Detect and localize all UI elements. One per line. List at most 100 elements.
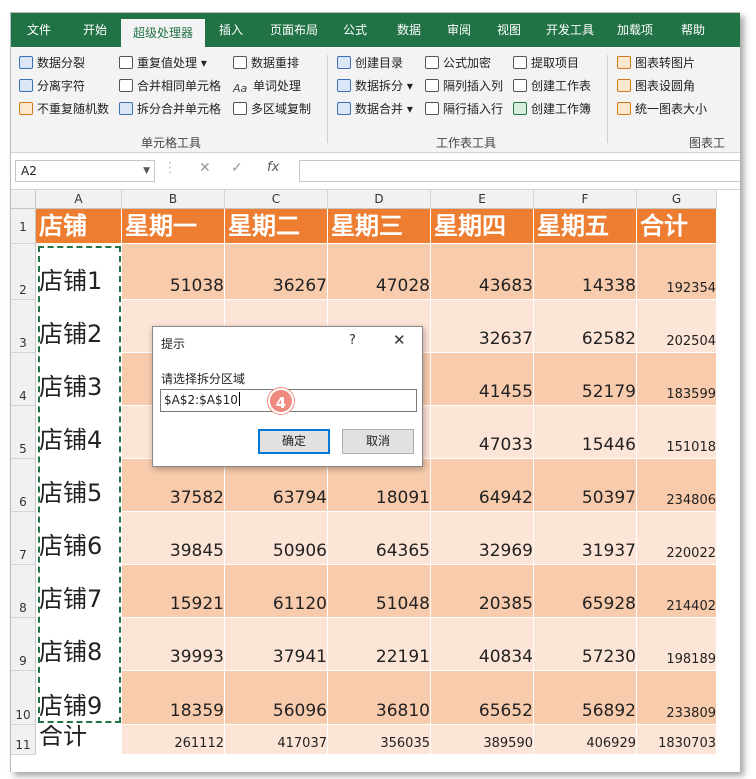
value-cell[interactable]: 47033 (431, 406, 534, 459)
merge-same-cells-button[interactable]: 合并相同单元格 (119, 76, 221, 96)
tab-insert[interactable]: 插入 (209, 13, 253, 47)
store-name-cell[interactable]: 店铺3 (36, 353, 122, 406)
row-header-3[interactable]: 3 (11, 300, 36, 353)
chart-rounded-corners-button[interactable]: 图表设圆角 (617, 76, 695, 96)
create-worksheet-button[interactable]: 创建工作表 (513, 76, 591, 96)
column-header-c[interactable]: C (225, 190, 328, 209)
name-box[interactable]: A2 ▼ (15, 160, 155, 182)
formula-encrypt-button[interactable]: 公式加密 (425, 53, 491, 73)
value-cell[interactable]: 1830703 (637, 725, 717, 755)
select-all-corner[interactable] (11, 190, 36, 209)
value-cell[interactable]: 22191 (328, 618, 431, 671)
enter-icon[interactable]: ✓ (231, 160, 243, 176)
data-split-sheet-button[interactable]: 数据拆分 ▾ (337, 76, 413, 96)
store-name-cell[interactable]: 店铺5 (36, 459, 122, 512)
value-cell[interactable]: 15921 (122, 565, 225, 618)
value-cell[interactable]: 20385 (431, 565, 534, 618)
value-cell[interactable]: 36267 (225, 244, 328, 300)
insert-every-other-row-button[interactable]: 隔行插入行 (425, 99, 503, 119)
split-merged-cells-button[interactable]: 拆分合并单元格 (119, 99, 221, 119)
header-cell[interactable]: 星期二 (225, 209, 328, 244)
value-cell[interactable]: 64942 (431, 459, 534, 512)
value-cell[interactable]: 202504 (637, 300, 717, 353)
value-cell[interactable]: 47028 (328, 244, 431, 300)
value-cell[interactable]: 52179 (534, 353, 637, 406)
row-header-4[interactable]: 4 (11, 353, 36, 406)
value-cell[interactable]: 183599 (637, 353, 717, 406)
row-header-5[interactable]: 5 (11, 406, 36, 459)
separate-chars-button[interactable]: 分离字符 (19, 76, 85, 96)
value-cell[interactable]: 234806 (637, 459, 717, 512)
value-cell[interactable]: 64365 (328, 512, 431, 565)
tab-page-layout[interactable]: 页面布局 (263, 13, 325, 47)
row-header-10[interactable]: 10 (11, 671, 36, 725)
value-cell[interactable]: 57230 (534, 618, 637, 671)
value-cell[interactable]: 40834 (431, 618, 534, 671)
create-toc-button[interactable]: 创建目录 (337, 53, 403, 73)
uniform-chart-size-button[interactable]: 统一图表大小 (617, 99, 707, 119)
store-name-cell[interactable]: 店铺9 (36, 671, 122, 725)
value-cell[interactable]: 261112 (122, 725, 225, 755)
help-icon[interactable]: ? (349, 333, 356, 348)
data-rearrange-button[interactable]: 数据重排 (233, 53, 299, 73)
value-cell[interactable]: 37941 (225, 618, 328, 671)
store-name-cell[interactable]: 合计 (36, 725, 122, 755)
row-header-7[interactable]: 7 (11, 512, 36, 565)
value-cell[interactable]: 198189 (637, 618, 717, 671)
value-cell[interactable]: 192354 (637, 244, 717, 300)
value-cell[interactable]: 61120 (225, 565, 328, 618)
value-cell[interactable]: 151018 (637, 406, 717, 459)
row-header-9[interactable]: 9 (11, 618, 36, 671)
value-cell[interactable]: 14338 (534, 244, 637, 300)
create-workbook-button[interactable]: 创建工作簿 (513, 99, 591, 119)
value-cell[interactable]: 15446 (534, 406, 637, 459)
tab-developer[interactable]: 开发工具 (539, 13, 601, 47)
header-cell[interactable]: 星期四 (431, 209, 534, 244)
data-split-button[interactable]: 数据分裂 (19, 53, 85, 73)
tab-review[interactable]: 审阅 (437, 13, 481, 47)
value-cell[interactable]: 56096 (225, 671, 328, 725)
word-processing-button[interactable]: Aa 单词处理 (233, 76, 301, 96)
row-header-6[interactable]: 6 (11, 459, 36, 512)
value-cell[interactable]: 39993 (122, 618, 225, 671)
value-cell[interactable]: 417037 (225, 725, 328, 755)
value-cell[interactable]: 356035 (328, 725, 431, 755)
value-cell[interactable]: 36810 (328, 671, 431, 725)
value-cell[interactable]: 214402 (637, 565, 717, 618)
store-name-cell[interactable]: 店铺1 (36, 244, 122, 300)
value-cell[interactable]: 65652 (431, 671, 534, 725)
value-cell[interactable]: 51048 (328, 565, 431, 618)
duplicate-handling-button[interactable]: 重复值处理 ▾ (119, 53, 207, 73)
value-cell[interactable]: 51038 (122, 244, 225, 300)
cancel-button[interactable]: 取消 (342, 429, 414, 454)
row-header-8[interactable]: 8 (11, 565, 36, 618)
value-cell[interactable]: 406929 (534, 725, 637, 755)
value-cell[interactable]: 56892 (534, 671, 637, 725)
tab-super-processor[interactable]: 超级处理器 (121, 19, 205, 47)
extract-items-button[interactable]: 提取项目 (513, 53, 579, 73)
column-header-f[interactable]: F (534, 190, 637, 209)
store-name-cell[interactable]: 店铺2 (36, 300, 122, 353)
tab-view[interactable]: 视图 (487, 13, 531, 47)
column-header-d[interactable]: D (328, 190, 431, 209)
formula-input[interactable] (299, 160, 740, 182)
header-cell[interactable]: 星期三 (328, 209, 431, 244)
header-cell[interactable]: 星期一 (122, 209, 225, 244)
ok-button[interactable]: 确定 (258, 429, 330, 454)
tab-help[interactable]: 帮助 (671, 13, 715, 47)
store-name-cell[interactable]: 店铺7 (36, 565, 122, 618)
row-header-1[interactable]: 1 (11, 209, 36, 244)
value-cell[interactable]: 220022 (637, 512, 717, 565)
store-name-cell[interactable]: 店铺6 (36, 512, 122, 565)
value-cell[interactable]: 65928 (534, 565, 637, 618)
value-cell[interactable]: 18359 (122, 671, 225, 725)
value-cell[interactable]: 233809 (637, 671, 717, 725)
column-header-g[interactable]: G (637, 190, 717, 209)
tab-file[interactable]: 文件 (17, 13, 61, 47)
tab-add-ins[interactable]: 加载项 (611, 13, 659, 47)
value-cell[interactable]: 43683 (431, 244, 534, 300)
tab-formulas[interactable]: 公式 (333, 13, 377, 47)
header-cell[interactable]: 店铺 (36, 209, 122, 244)
unique-random-button[interactable]: 不重复随机数 (19, 99, 109, 119)
store-name-cell[interactable]: 店铺4 (36, 406, 122, 459)
